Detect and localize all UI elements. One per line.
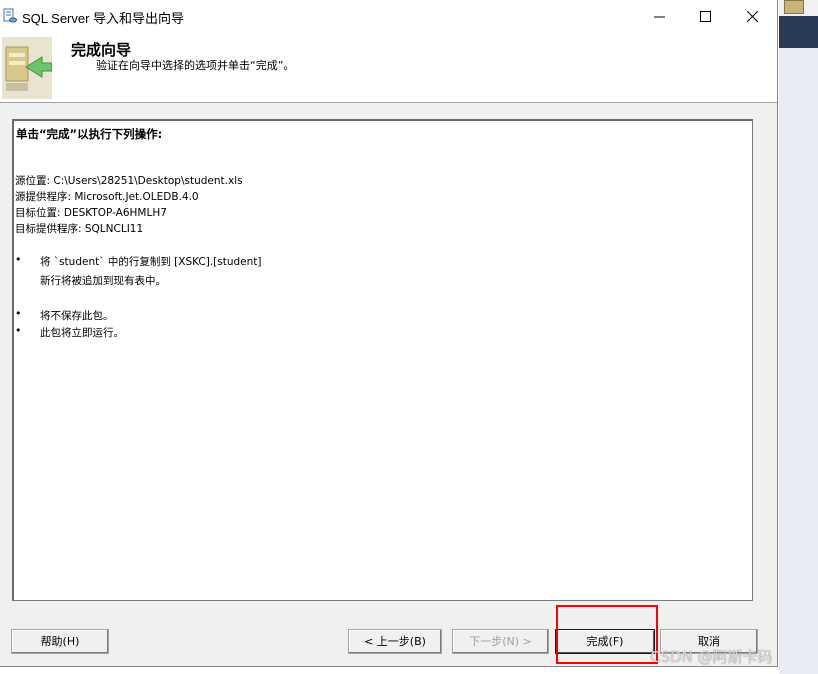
bullet-icon: • [15,253,22,266]
append-rows-line: 新行将被追加到现有表中。 [40,275,166,287]
bullet-icon: • [15,307,22,320]
target-location: 目标位置: DESKTOP-A6HMLH7 [15,207,167,219]
desktop-icon [784,0,804,14]
wizard-arrow-icon [2,37,52,99]
desktop-background [779,0,818,674]
wizard-header: 完成向导 验证在向导中选择的选项并单击“完成”。 [0,33,777,103]
minimize-button[interactable] [637,0,683,33]
summary-heading: 单击“完成”以执行下列操作: [16,127,163,141]
wizard-window: SQL Server 导入和导出向导 完成向导 验证在向导中选择的选项并单击“完… [0,0,778,667]
page-subtitle: 验证在向导中选择的选项并单击“完成”。 [96,59,295,72]
source-location: 源位置: C:\Users\28251\Desktop\student.xls [15,175,243,187]
help-button[interactable]: 帮助(H) [11,629,109,654]
copy-rows-line: 将 `student` 中的行复制到 [XSKC].[student] [40,256,262,268]
run-now-line: 此包将立即运行。 [40,327,124,339]
watermark: CSDN @阿斯卡码 [650,648,773,666]
source-provider: 源提供程序: Microsoft.Jet.OLEDB.4.0 [15,191,199,203]
db-transfer-icon [3,8,17,23]
bullet-icon: • [15,324,22,337]
title-bar[interactable]: SQL Server 导入和导出向导 [0,0,777,33]
finish-highlight-box [556,605,658,664]
summary-textbox[interactable]: 单击“完成”以执行下列操作: 源位置: C:\Users\28251\Deskt… [12,119,753,601]
not-save-package-line: 将不保存此包。 [40,310,114,322]
close-icon [747,11,759,23]
desktop-taskbar-strip [779,16,818,48]
minimize-icon [654,16,665,18]
next-button[interactable]: 下一步(N) > [452,629,549,654]
maximize-icon [700,11,711,22]
back-button[interactable]: < 上一步(B) [348,629,442,654]
maximize-button[interactable] [683,0,729,33]
window-title: SQL Server 导入和导出向导 [22,11,185,26]
close-button[interactable] [730,0,776,33]
target-provider: 目标提供程序: SQLNCLI11 [15,223,144,235]
